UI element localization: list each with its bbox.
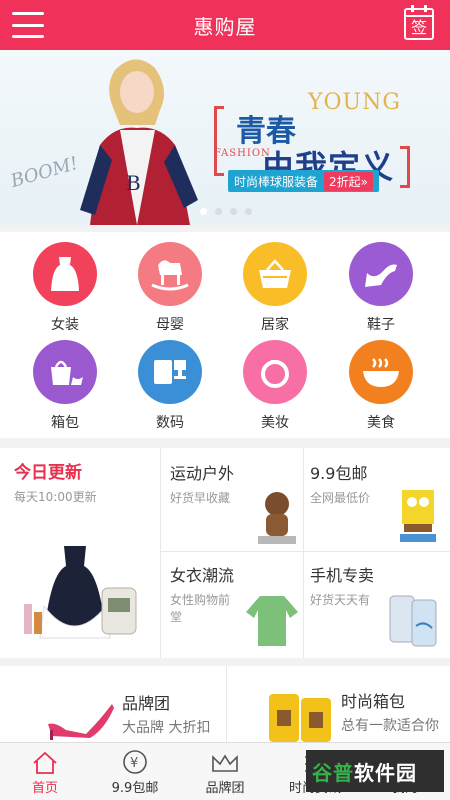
- fashion-products-image: [24, 546, 137, 639]
- crown-icon: [212, 754, 238, 772]
- brands-row: 品牌团 大品牌 大折扣 时尚箱包 总有一款适合你: [0, 666, 450, 746]
- page-title: 惠购屋: [193, 14, 257, 39]
- tile-title: 9.9包邮: [310, 464, 368, 483]
- featured-grid: 今日更新 每天10:00更新 运动户外 好货早收藏 9.9包邮 全网最低价 女衣…: [0, 448, 450, 658]
- basket-icon: [243, 242, 307, 306]
- calendar-bar: [406, 15, 432, 17]
- model-image: B: [80, 59, 198, 225]
- divider: [303, 448, 304, 658]
- watermark-text: 软件园: [354, 760, 417, 785]
- tile-title: 手机专卖: [310, 566, 375, 585]
- carousel-dots: [200, 208, 252, 215]
- promo-banner[interactable]: BOOM! B YOUNG 青春 FASHION 由我定义 时尚棒球服装备 2折…: [0, 50, 450, 225]
- carousel-dot[interactable]: [245, 208, 252, 215]
- high-heels-image: [48, 704, 114, 740]
- tile-title: 女衣潮流: [170, 566, 235, 585]
- tile-subtitle: 总有一款适合你: [341, 718, 439, 734]
- category-label: 美食: [367, 415, 395, 431]
- category-grid: 女装 母婴 居家 鞋子 箱包 数码 美妆 美食: [0, 232, 450, 438]
- category-beauty[interactable]: 美妆: [230, 340, 320, 440]
- sweater-image: [246, 596, 298, 646]
- dress-icon: [33, 242, 97, 306]
- tile-nine-nine[interactable]: 9.9包邮 全网最低价: [310, 460, 444, 550]
- banner-young-text: YOUNG: [308, 90, 401, 115]
- app-screen: 惠购屋 签 BOOM! B YOUNG 青春 FASHION 由我定义 时尚棒球…: [0, 0, 450, 800]
- tile-subtitle: 女性购物前堂: [170, 593, 231, 624]
- tile-luggage[interactable]: 时尚箱包 总有一款适合你: [227, 666, 450, 746]
- phone-case-image: [389, 595, 437, 647]
- category-label: 数码: [156, 415, 184, 431]
- tile-phone-store[interactable]: 手机专卖 好货天天有: [310, 562, 444, 654]
- tile-sports-outdoor[interactable]: 运动户外 好货早收藏: [170, 460, 298, 550]
- nav-label: 品牌团: [205, 781, 245, 796]
- bowl-icon: [349, 340, 413, 404]
- nav-home[interactable]: 首页: [0, 743, 90, 800]
- ring-icon: [243, 340, 307, 404]
- banner-promo-text: 时尚棒球服装备: [234, 174, 319, 189]
- banner-promo-tag: 2折起»: [324, 171, 373, 191]
- category-women-clothing[interactable]: 女装: [20, 242, 110, 342]
- app-header: 惠购屋 签: [0, 0, 450, 50]
- menu-button[interactable]: [12, 12, 44, 38]
- carousel-dot[interactable]: [215, 208, 222, 215]
- tile-subtitle: 每天10:00更新: [14, 490, 97, 504]
- category-shoes[interactable]: 鞋子: [336, 242, 426, 342]
- tile-women-fashion[interactable]: 女衣潮流 女性购物前堂: [170, 562, 298, 654]
- bear-figure-image: [258, 492, 296, 544]
- home-icon: [33, 751, 57, 774]
- nav-label: 9.9包邮: [111, 781, 159, 796]
- category-label: 鞋子: [367, 317, 395, 333]
- nav-label: 首页: [31, 781, 58, 796]
- handbag-icon: [33, 340, 97, 404]
- category-label: 居家: [261, 317, 289, 333]
- category-food[interactable]: 美食: [336, 340, 426, 440]
- divider: [160, 448, 161, 658]
- category-home[interactable]: 居家: [230, 242, 320, 342]
- computer-icon: [138, 340, 202, 404]
- rocking-horse-icon: [138, 242, 202, 306]
- category-label: 箱包: [51, 415, 79, 431]
- sign-in-button[interactable]: 签: [404, 5, 434, 40]
- menu-bar: [12, 35, 44, 38]
- nav-nine-nine[interactable]: ¥ 9.9包邮: [90, 743, 180, 800]
- tile-today-update[interactable]: 今日更新 每天10:00更新: [14, 458, 154, 653]
- category-digital[interactable]: 数码: [125, 340, 215, 440]
- category-label: 女装: [51, 317, 79, 333]
- category-label: 母婴: [156, 317, 184, 333]
- tile-brand-group[interactable]: 品牌团 大品牌 大折扣: [0, 666, 226, 746]
- svg-text:¥: ¥: [130, 756, 138, 771]
- tile-title: 运动户外: [170, 464, 235, 483]
- menu-bar: [12, 23, 44, 27]
- watermark-brand: 谷普: [312, 760, 354, 785]
- sign-label: 签: [410, 18, 427, 37]
- category-label: 美妆: [261, 415, 289, 431]
- watermark-logo: 谷普 软件园: [306, 750, 444, 792]
- svg-text:B: B: [126, 171, 141, 195]
- sponge-toy-image: [400, 490, 436, 542]
- tile-subtitle: 大品牌 大折扣: [122, 720, 211, 736]
- carousel-dot[interactable]: [200, 208, 207, 215]
- tile-title: 今日更新: [14, 463, 82, 483]
- category-bags[interactable]: 箱包: [20, 340, 110, 440]
- divider: [160, 551, 450, 552]
- luggage-image: [269, 694, 331, 742]
- carousel-dot[interactable]: [230, 208, 237, 215]
- yen-coin-icon: ¥: [123, 750, 147, 774]
- tile-title: 品牌团: [122, 694, 171, 713]
- nav-brand-group[interactable]: 品牌团: [180, 743, 270, 800]
- high-heel-icon: [349, 242, 413, 306]
- banner-promo[interactable]: 时尚棒球服装备 2折起»: [228, 170, 379, 192]
- category-baby[interactable]: 母婴: [125, 242, 215, 342]
- banner-bracket: [400, 146, 410, 188]
- menu-bar: [12, 12, 44, 15]
- tile-title: 时尚箱包: [341, 692, 406, 711]
- banner-bracket: [214, 106, 224, 176]
